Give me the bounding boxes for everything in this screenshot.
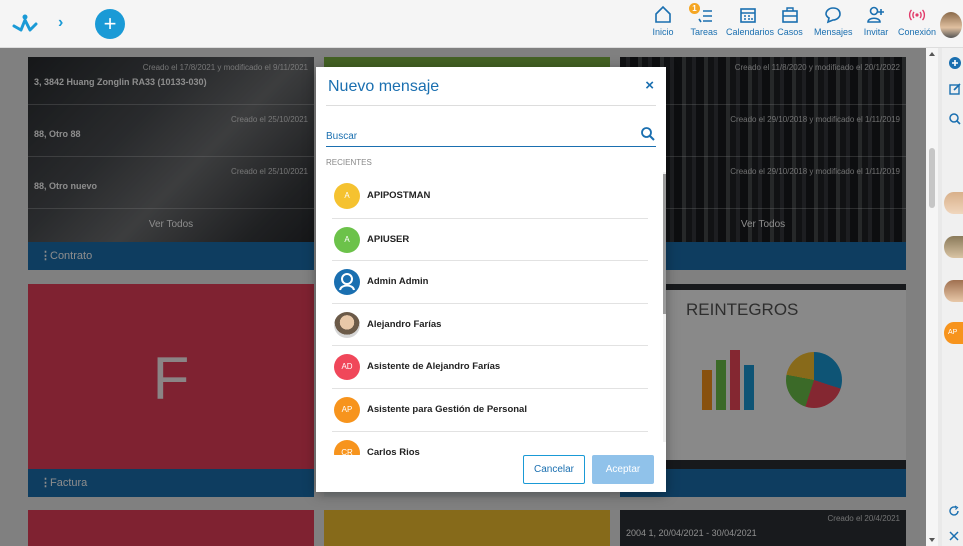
briefcase-icon xyxy=(782,7,798,23)
accept-button[interactable]: Aceptar xyxy=(592,455,654,484)
recipient-item[interactable]: A APIPOSTMAN xyxy=(332,175,648,218)
nav-label: Calendarios xyxy=(726,27,775,37)
chevron-right-icon[interactable]: › xyxy=(58,14,63,32)
avatar: A xyxy=(334,226,360,253)
wireless-icon xyxy=(908,9,926,21)
recipient-item[interactable]: A APIUSER xyxy=(332,217,648,261)
nav-label: Inicio xyxy=(652,27,674,37)
top-bar: › + Inicio 1 Tareas Calendarios Casos Me… xyxy=(0,0,963,48)
contact-avatar[interactable]: AP xyxy=(944,322,963,344)
app-logo-icon[interactable] xyxy=(12,12,38,36)
contact-avatar[interactable] xyxy=(944,280,963,302)
avatar: AD xyxy=(334,354,360,381)
calendar-icon xyxy=(740,8,756,23)
nav-label: Casos xyxy=(777,27,803,37)
dialog-title: Nuevo mensaje xyxy=(328,78,440,95)
search-icon[interactable] xyxy=(948,112,962,126)
nav-conexion[interactable]: Conexión xyxy=(898,4,936,44)
divider xyxy=(326,105,656,106)
scroll-thumb[interactable] xyxy=(663,174,666,314)
nav-mensajes[interactable]: Mensajes xyxy=(814,4,853,44)
nav-label: Tareas xyxy=(690,27,718,37)
home-icon xyxy=(655,5,671,23)
close-icon[interactable]: × xyxy=(645,77,654,94)
admin-avatar-icon xyxy=(334,269,360,296)
user-avatar[interactable] xyxy=(940,12,962,38)
nav-invitar[interactable]: Invitar xyxy=(862,4,890,44)
avatar: CR xyxy=(334,439,360,455)
search-field xyxy=(326,125,656,147)
avatar xyxy=(334,311,360,338)
tasks-badge: 1 xyxy=(689,3,700,14)
search-icon[interactable] xyxy=(640,126,656,142)
recent-label: RECIENTES xyxy=(326,158,372,167)
recipient-name: Alejandro Farías xyxy=(367,318,442,330)
recipient-name: APIUSER xyxy=(367,233,410,245)
nav-tareas[interactable]: 1 Tareas xyxy=(689,3,719,44)
new-message-dialog: Nuevo mensaje × RECIENTES A APIPOSTMAN A… xyxy=(316,67,666,492)
avatar: AP xyxy=(334,396,360,423)
recipient-name: Asistente para Gestión de Personal xyxy=(367,403,527,415)
recipient-name: APIPOSTMAN xyxy=(367,190,431,201)
recipient-item[interactable]: Admin Admin xyxy=(332,260,648,303)
scroll-thumb[interactable] xyxy=(929,148,935,208)
close-icon[interactable] xyxy=(948,530,960,542)
recipient-item[interactable]: CR Carlos Rios xyxy=(332,430,648,455)
recipient-item[interactable]: AD Asistente de Alejandro Farías xyxy=(332,345,648,388)
contact-avatar[interactable] xyxy=(944,236,963,258)
scroll-up-icon[interactable] xyxy=(929,52,935,56)
scroll-down-icon[interactable] xyxy=(929,538,935,542)
list-scrollbar[interactable] xyxy=(663,172,666,442)
recipient-list: A APIPOSTMAN A APIUSER Admin Admin Aleja… xyxy=(332,175,648,455)
recipient-item[interactable]: AP Asistente para Gestión de Personal xyxy=(332,387,648,431)
chat-icon xyxy=(825,7,841,24)
recipient-name: Admin Admin xyxy=(367,276,429,288)
edit-icon[interactable] xyxy=(948,82,962,96)
refresh-icon[interactable] xyxy=(948,505,960,517)
nav-calendarios[interactable]: Calendarios xyxy=(726,4,775,44)
add-user-icon xyxy=(867,6,884,23)
avatar: A xyxy=(334,183,360,209)
page-scrollbar[interactable] xyxy=(926,48,938,546)
nav-casos[interactable]: Casos xyxy=(776,4,804,44)
contact-avatar[interactable] xyxy=(944,192,963,214)
nav-inicio[interactable]: Inicio xyxy=(650,4,676,44)
add-chat-icon[interactable] xyxy=(948,56,962,70)
nav-label: Conexión xyxy=(898,27,937,37)
create-button[interactable]: + xyxy=(95,9,125,39)
nav-label: Invitar xyxy=(863,27,889,37)
recipient-name: Carlos Rios xyxy=(367,446,420,455)
cancel-button[interactable]: Cancelar xyxy=(523,455,585,484)
search-input[interactable] xyxy=(326,127,626,145)
recipient-item[interactable]: Alejandro Farías xyxy=(332,302,648,346)
recipient-name: Asistente de Alejandro Farías xyxy=(367,361,501,373)
nav-label: Mensajes xyxy=(814,27,853,37)
